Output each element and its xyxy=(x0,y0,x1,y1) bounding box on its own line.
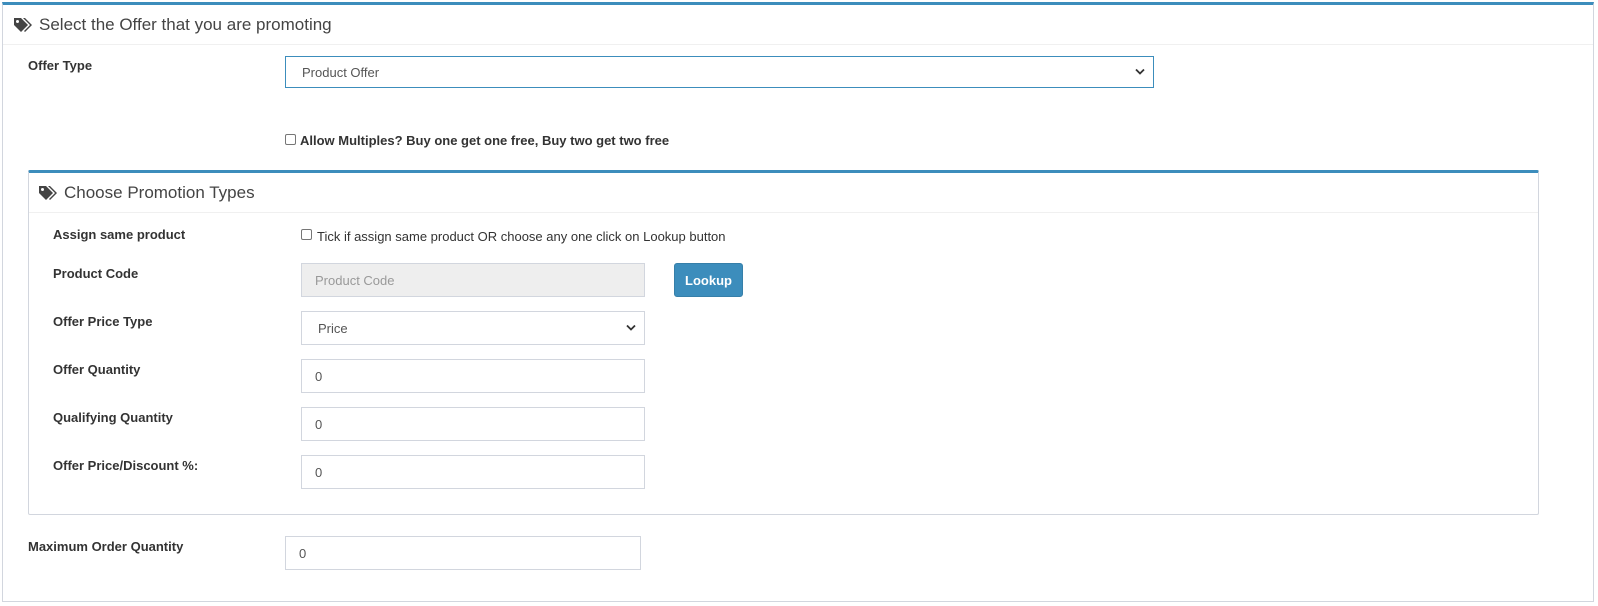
assign-same-product-checkbox[interactable] xyxy=(301,229,312,240)
max-order-quantity-value: 0 xyxy=(299,545,307,561)
offer-price-type-select[interactable]: Price xyxy=(301,311,645,345)
offer-price-type-value: Price xyxy=(318,320,348,336)
max-order-quantity-input[interactable]: 0 xyxy=(285,536,641,570)
offer-type-value: Product Offer xyxy=(302,64,380,80)
product-code-input[interactable]: Product Code xyxy=(301,263,645,297)
promotion-panel-title: Choose Promotion Types xyxy=(64,182,255,202)
chevron-down-icon xyxy=(626,324,636,331)
product-code-placeholder: Product Code xyxy=(315,272,395,288)
assign-same-product-hint: Tick if assign same product OR choose an… xyxy=(317,229,726,244)
offer-panel-title: Select the Offer that you are promoting xyxy=(39,14,332,34)
qualifying-quantity-value: 0 xyxy=(315,416,323,432)
offer-panel-header: Select the Offer that you are promoting xyxy=(3,5,1593,45)
offer-quantity-label: Offer Quantity xyxy=(53,362,141,377)
qualifying-quantity-input[interactable]: 0 xyxy=(301,407,645,441)
tags-icon xyxy=(13,17,33,33)
tags-icon xyxy=(38,185,58,201)
offer-price-discount-label: Offer Price/Discount %: xyxy=(53,458,199,473)
max-order-quantity-label: Maximum Order Quantity xyxy=(28,539,184,554)
offer-price-discount-input[interactable]: 0 xyxy=(301,455,645,489)
offer-quantity-input[interactable]: 0 xyxy=(301,359,645,393)
chevron-down-icon xyxy=(1135,68,1145,75)
offer-price-discount-value: 0 xyxy=(315,464,323,480)
lookup-button[interactable]: Lookup xyxy=(674,263,743,297)
offer-quantity-value: 0 xyxy=(315,368,323,384)
offer-type-label: Offer Type xyxy=(28,58,93,73)
qualifying-quantity-label: Qualifying Quantity xyxy=(53,410,173,425)
product-code-label: Product Code xyxy=(53,266,139,281)
offer-price-type-label: Offer Price Type xyxy=(53,314,153,329)
promotion-panel: Choose Promotion Types xyxy=(28,170,1539,515)
offer-type-select[interactable]: Product Offer xyxy=(285,56,1154,88)
promotion-panel-header: Choose Promotion Types xyxy=(29,173,1538,213)
allow-multiples-label: Allow Multiples? Buy one get one free, B… xyxy=(300,133,670,148)
allow-multiples-checkbox[interactable] xyxy=(285,134,296,145)
assign-same-product-label: Assign same product xyxy=(53,227,186,242)
